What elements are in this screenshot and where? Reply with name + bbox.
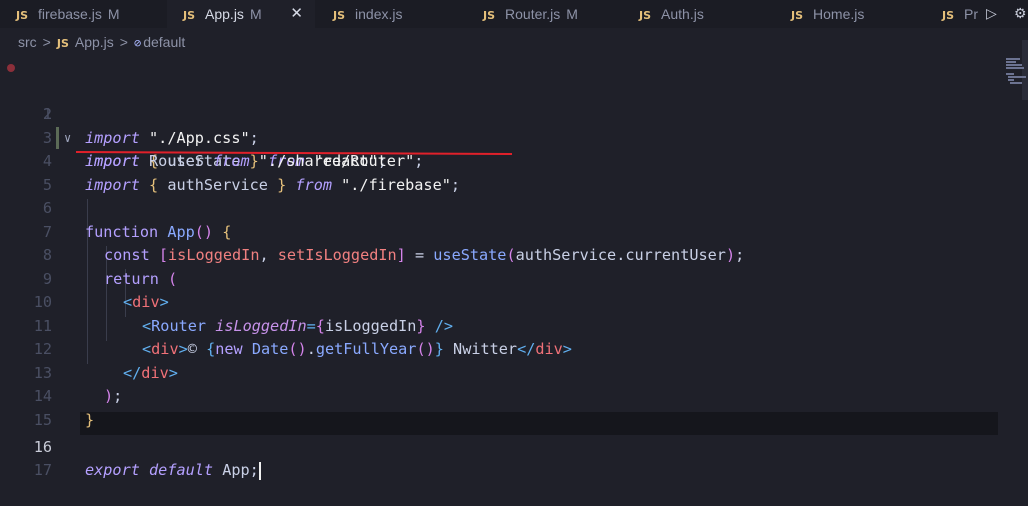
js-file-icon: JS (16, 9, 29, 22)
symbol-icon: ⊘ (133, 36, 142, 50)
tab-label: Router.js (505, 6, 561, 22)
code-line-6: 6 function App() { (42, 199, 232, 241)
tab-app-js[interactable]: JS App.js M ✕ (167, 0, 315, 28)
text-cursor (258, 461, 261, 480)
breadcrumb-folder[interactable]: src (18, 34, 37, 50)
code-line-14: 14 } (33, 387, 95, 429)
code-line-15: 15 (33, 410, 52, 429)
tab-label: Pr (964, 6, 979, 22)
tab-auth-js[interactable]: JS Auth.js (623, 0, 773, 28)
tab-firebase-js[interactable]: JS firebase.js M (0, 0, 150, 28)
tab-home-js[interactable]: JS Home.js (775, 0, 925, 28)
code-line-7: 7 const [isLoggedIn, setIsLoggedIn] = us… (42, 222, 745, 265)
code-line-9: 9 <div> (42, 269, 169, 312)
code-line-12: 12 </div> (33, 340, 178, 382)
modified-badge: M (566, 6, 578, 22)
js-file-icon: JS (791, 9, 804, 22)
js-file-icon: JS (56, 37, 69, 50)
code-line-11: 11 <div>© {new Date().getFullYear()} Nwi… (33, 316, 572, 359)
tab-label: Home.js (813, 6, 865, 22)
breadcrumb-file[interactable]: App.js (75, 34, 114, 50)
tab-router-js[interactable]: JS Router.js M (467, 0, 617, 28)
modified-badge: M (249, 6, 262, 22)
gear-icon[interactable]: ⚙ (1014, 4, 1028, 22)
tab-label: firebase.js (38, 6, 102, 22)
tab-label: Auth.js (661, 6, 704, 22)
tab-index-js[interactable]: JS index.js (317, 0, 467, 28)
breadcrumb-separator: > (119, 34, 128, 50)
run-icon[interactable]: ▷ (986, 4, 1004, 22)
js-file-icon: JS (333, 9, 346, 22)
js-file-icon: JS (942, 9, 955, 22)
breadcrumb: src > JS App.js > ⊘ default (18, 32, 185, 52)
code-line-8: 8 return ( (42, 246, 178, 288)
code-line-13: 13 ); (33, 363, 123, 406)
breadcrumb-separator: > (42, 34, 51, 50)
code-line-5: 5 (42, 175, 52, 194)
editor-tab-bar: JS firebase.js M JS App.js M ✕ JS index.js JS R… (0, 0, 1028, 28)
breadcrumb-symbol[interactable]: default (143, 34, 185, 50)
js-file-icon: JS (483, 9, 496, 22)
code-line-16: 16 export default App; (33, 437, 261, 480)
close-icon[interactable]: ✕ (290, 0, 303, 28)
code-line-3: 3 import Router from "./shared/Router"; (42, 128, 424, 171)
tab-label: index.js (355, 6, 403, 22)
code-line-17: 17 (33, 461, 52, 479)
code-line-2: 2 import "./App.css"; (42, 105, 259, 147)
breakpoint-icon[interactable] (7, 64, 15, 72)
code-editor[interactable]: 1 ∨ import { useState } from "react"; 2 … (0, 56, 1028, 480)
code-line-10: 10 <Router isLoggedIn={isLoggedIn} /> (33, 293, 453, 335)
code-line-1: 1 ∨ import { useState } from "react"; (0, 56, 1000, 170)
js-file-icon: JS (183, 9, 196, 22)
code-line-4: 4 import { authService } from "./firebas… (42, 152, 461, 194)
js-file-icon: JS (639, 9, 652, 22)
modified-badge: M (107, 6, 120, 22)
tab-pr[interactable]: JS Pr (926, 0, 982, 28)
tab-label: App.js (205, 6, 244, 22)
